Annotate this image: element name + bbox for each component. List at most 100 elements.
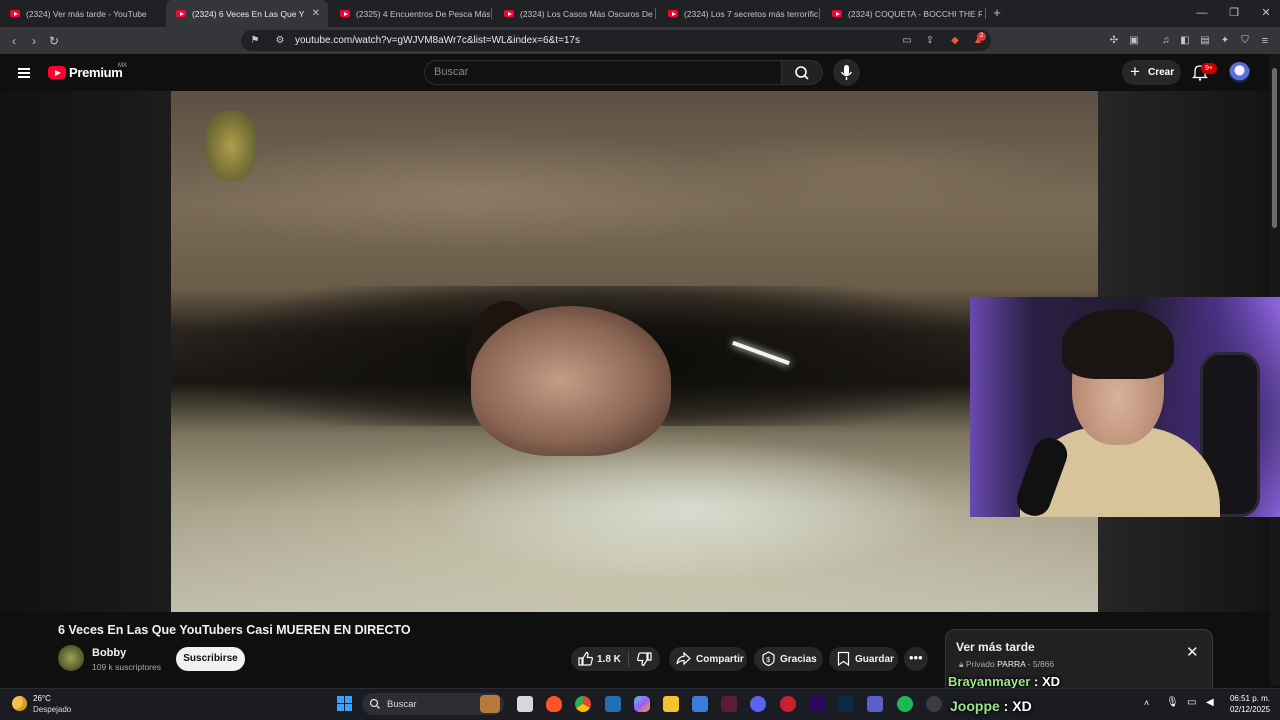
vegas-icon[interactable] — [605, 696, 621, 712]
tab-close-icon[interactable]: ✕ — [312, 8, 320, 19]
streamer-webcam — [970, 297, 1280, 517]
guide-menu-icon[interactable] — [18, 68, 30, 78]
reload-icon[interactable]: ↻ — [44, 31, 64, 51]
obs-icon[interactable] — [926, 696, 942, 712]
back-icon[interactable]: ‹ — [4, 31, 24, 51]
youtube-favicon-icon — [504, 10, 514, 17]
teams-icon[interactable] — [867, 696, 883, 712]
search-icon — [369, 698, 380, 709]
youtube-logo-icon[interactable] — [48, 66, 66, 79]
save-icon — [837, 651, 850, 667]
tab-divider — [655, 8, 656, 19]
playlist-title[interactable]: Ver más tarde — [956, 640, 1035, 654]
webcam-person-hair — [1062, 309, 1174, 379]
like-divider — [628, 651, 629, 667]
video-player[interactable] — [171, 91, 1098, 612]
chevron-up-icon[interactable]: ˄ — [1144, 698, 1149, 708]
scrollbar-thumb[interactable] — [1272, 68, 1277, 228]
account-avatar[interactable] — [1229, 62, 1250, 83]
cast-icon[interactable]: ▭ — [897, 31, 917, 51]
browser-tab-active[interactable]: (2324) 6 Veces En Las Que YouTubers ✕ — [166, 0, 328, 27]
tab-title: (2325) 4 Encuentros De Pesca Más Pe — [356, 8, 490, 19]
spotify-icon[interactable] — [897, 696, 913, 712]
extensions-icon[interactable]: ✣ — [1104, 31, 1124, 51]
share-icon[interactable]: ⇪ — [920, 31, 940, 51]
tab-search-icon[interactable]: ▣ — [1124, 31, 1144, 51]
browser-tab[interactable]: (2324) Los Casos Más Oscuros De Fo — [494, 0, 654, 27]
media-icon[interactable]: ♫ — [1156, 31, 1176, 51]
forward-icon[interactable]: › — [24, 31, 44, 51]
opera-icon[interactable] — [780, 696, 796, 712]
channel-watermark-icon[interactable] — [206, 111, 256, 181]
channel-name[interactable]: Bobby — [92, 647, 126, 659]
voice-search-button[interactable] — [833, 59, 860, 86]
chat-text: XD — [1041, 674, 1061, 689]
subscriber-count: 109 k suscriptores — [92, 662, 161, 672]
like-icon[interactable] — [577, 650, 594, 667]
tab-title: (2324) 6 Veces En Las Que YouTubers — [192, 8, 304, 19]
network-icon[interactable]: ▭ — [1187, 697, 1196, 708]
wallet-icon[interactable]: ▤ — [1195, 31, 1215, 51]
share-arrow-icon — [676, 651, 691, 666]
extension-badge: 2 — [977, 32, 986, 41]
thanks-label: Gracias — [780, 654, 817, 665]
chat-text: XD — [1012, 698, 1032, 714]
app-icon[interactable] — [721, 696, 737, 712]
taskbar-clock-date[interactable]: 02/12/2025 — [1226, 705, 1270, 714]
weather-temperature[interactable]: 26°C — [33, 694, 51, 703]
save-label: Guardar — [855, 654, 894, 665]
channel-avatar[interactable] — [58, 645, 84, 671]
close-icon[interactable]: ✕ — [1186, 645, 1199, 661]
browser-tab[interactable]: (2324) Ver más tarde - YouTube — [0, 0, 162, 27]
bookmark-icon[interactable]: ⚑ — [245, 31, 265, 51]
window-close-icon[interactable]: ✕ — [1250, 0, 1280, 27]
weather-moon-icon[interactable] — [12, 696, 27, 711]
new-tab-button[interactable]: + — [987, 3, 1007, 23]
share-label: Compartir — [696, 654, 744, 665]
tab-title: (2324) Los 7 secretos más terrorífico — [684, 8, 818, 19]
taskbar-clock-time[interactable]: 06:51 p. m. — [1226, 694, 1270, 703]
ms-store-icon[interactable] — [692, 696, 708, 712]
leo-ai-icon[interactable]: ✦ — [1215, 31, 1235, 51]
browser-tab[interactable]: (2324) Los 7 secretos más terrorífico — [658, 0, 818, 27]
brave-browser-icon[interactable] — [546, 696, 562, 712]
browser-tab[interactable]: (2325) 4 Encuentros De Pesca Más Pe — [330, 0, 490, 27]
discord-icon[interactable] — [750, 696, 766, 712]
volume-icon[interactable]: ◀︎ — [1206, 697, 1214, 708]
video-title: 6 Veces En Las Que YouTubers Casi MUEREN… — [58, 623, 411, 637]
chat-user: Brayanmayer — [948, 674, 1031, 689]
photoshop-icon[interactable] — [838, 696, 854, 712]
chrome-icon[interactable] — [575, 696, 591, 712]
windows-start-icon[interactable] — [337, 696, 353, 712]
playlist-privacy: Privado — [965, 659, 995, 669]
microphone-tray-icon[interactable]: 🎙︎ — [1166, 697, 1179, 708]
browser-menu-icon[interactable]: ≡ — [1255, 31, 1275, 51]
search-input[interactable] — [424, 60, 782, 85]
browser-tab[interactable]: (2324) COQUETA - BOCCHI THE ROC — [822, 0, 982, 27]
subscribe-button[interactable]: Suscribirse — [176, 647, 245, 671]
chat-user: Jooppe — [950, 698, 1000, 714]
search-button[interactable] — [781, 60, 823, 85]
youtube-favicon-icon — [10, 10, 20, 17]
search-placeholder: Buscar — [434, 66, 469, 78]
task-view-icon[interactable] — [517, 696, 533, 712]
brave-shield-icon[interactable]: ◆ — [945, 31, 965, 51]
url-text[interactable]: youtube.com/watch?v=gWJVM8aWr7c&list=WL&… — [295, 35, 580, 46]
playlist-owner[interactable]: PARRA — [997, 659, 1025, 669]
like-count[interactable]: 1.8 K — [597, 654, 621, 665]
copilot-icon[interactable] — [634, 696, 650, 712]
plus-icon: + — [1130, 62, 1140, 81]
minimize-icon[interactable]: — — [1186, 0, 1218, 27]
site-settings-icon[interactable]: ⚙ — [270, 31, 290, 51]
file-explorer-icon[interactable] — [663, 696, 679, 712]
youtube-premium-logo[interactable]: Premium — [69, 65, 123, 80]
tab-divider — [819, 8, 820, 19]
weather-description[interactable]: Despejado — [33, 705, 71, 714]
dislike-icon[interactable] — [636, 651, 653, 668]
youtube-favicon-icon — [668, 10, 678, 17]
vpn-icon[interactable]: ⛉ — [1235, 31, 1255, 51]
sidebar-icon[interactable]: ◧ — [1175, 31, 1195, 51]
tab-divider — [985, 8, 986, 19]
restore-icon[interactable]: ❐ — [1218, 0, 1250, 27]
premiere-icon[interactable] — [809, 696, 825, 712]
